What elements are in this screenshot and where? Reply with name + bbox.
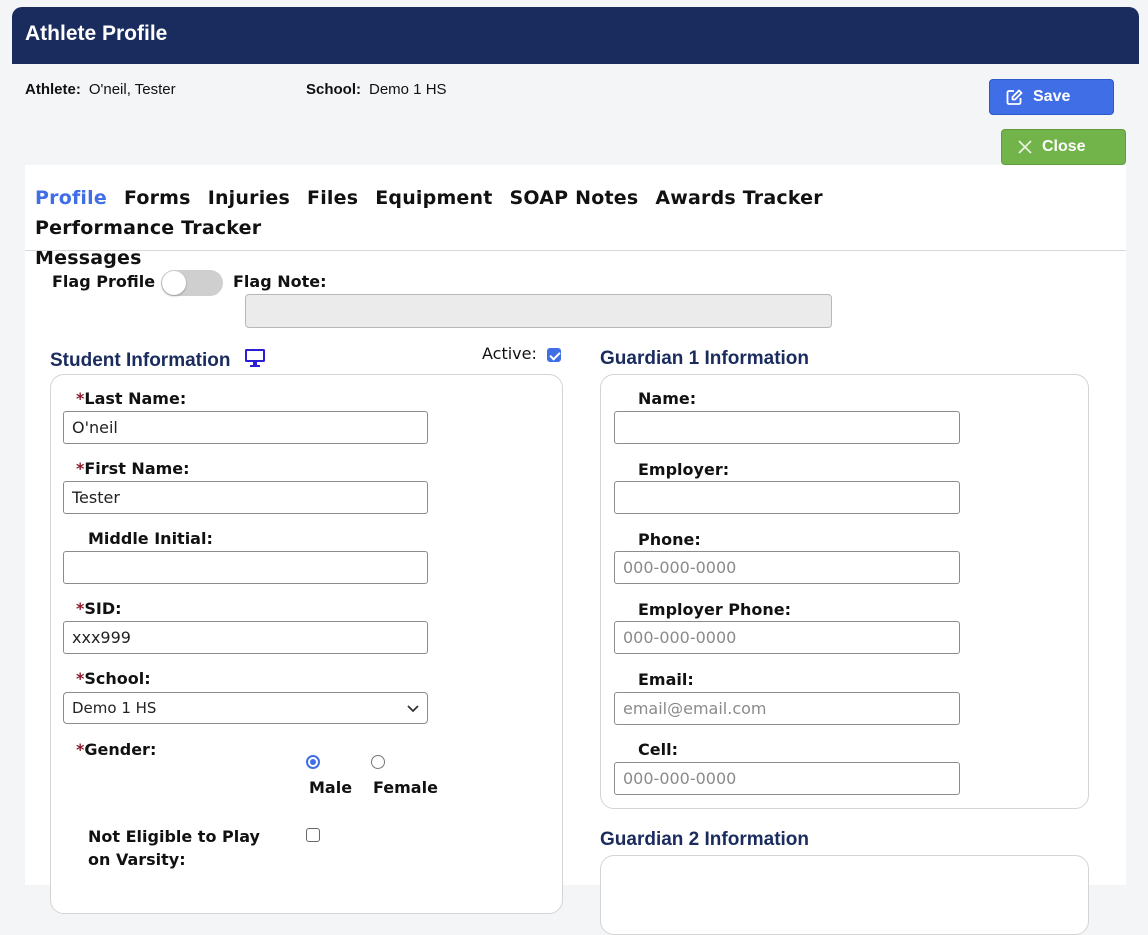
guardian1-name-label: Name:: [638, 389, 697, 408]
tab-awards-tracker[interactable]: Awards Tracker: [655, 183, 822, 213]
guardian1-email-label: Email:: [638, 670, 694, 689]
varsity-label-line1: Not Eligible to Play: [88, 827, 260, 846]
active-checkbox[interactable]: [547, 348, 561, 362]
guardian2-title: Guardian 2 Information: [600, 829, 810, 850]
sid-label: *SID:: [76, 599, 122, 618]
athlete-value: O'neil, Tester: [88, 81, 176, 98]
close-label: Close: [1042, 138, 1086, 155]
athlete-meta: Athlete: O'neil, Tester: [25, 81, 176, 98]
last-name-label-text: Last Name:: [84, 389, 187, 408]
toggle-knob: [162, 271, 186, 295]
tab-messages[interactable]: Messages: [35, 243, 142, 273]
profile-panel: Profile Forms Injuries Files Equipment SOAP N…: [25, 165, 1126, 935]
monitor-icon[interactable]: [244, 348, 266, 374]
gender-female-label: Female: [373, 778, 438, 797]
first-name-input[interactable]: Tester: [63, 481, 428, 514]
last-name-label: *Last Name:: [76, 389, 186, 408]
chevron-down-icon: [407, 693, 419, 724]
page-header: Athlete Profile: [12, 7, 1139, 64]
tab-soap-notes[interactable]: SOAP Notes: [510, 183, 639, 213]
guardian1-employer-phone-input[interactable]: 000-000-0000: [614, 621, 960, 654]
guardian1-employer-label: Employer:: [638, 460, 730, 479]
flag-note-label: Flag Note:: [233, 272, 327, 291]
active-label: Active:: [482, 344, 537, 363]
gender-label-text: Gender:: [84, 740, 157, 759]
tab-performance-tracker[interactable]: Performance Tracker: [35, 213, 261, 243]
guardian1-phone-input[interactable]: 000-000-0000: [614, 551, 960, 584]
athlete-label: Athlete:: [25, 81, 81, 98]
guardian2-card: [600, 855, 1089, 935]
school-label-text: School:: [84, 669, 151, 688]
gender-label: *Gender:: [76, 740, 156, 759]
tab-files[interactable]: Files: [307, 183, 358, 213]
middle-initial-input[interactable]: [63, 551, 428, 584]
school-select[interactable]: Demo 1 HS: [63, 692, 428, 724]
x-icon: [1018, 140, 1032, 154]
tab-profile[interactable]: Profile: [35, 183, 107, 213]
varsity-label: Not Eligible to Play on Varsity:: [88, 825, 260, 871]
save-label: Save: [1033, 88, 1071, 105]
school-value: Demo 1 HS: [369, 81, 447, 98]
tab-injuries[interactable]: Injuries: [208, 183, 290, 213]
middle-initial-label: Middle Initial:: [88, 529, 213, 548]
save-button[interactable]: Save: [989, 79, 1114, 115]
tab-equipment[interactable]: Equipment: [375, 183, 492, 213]
sid-label-text: SID:: [84, 599, 122, 618]
guardian1-employer-phone-label: Employer Phone:: [638, 600, 792, 619]
first-name-label-text: First Name:: [84, 459, 190, 478]
school-label: *School:: [76, 669, 151, 688]
gender-female-radio[interactable]: [371, 755, 385, 769]
page-title: Athlete Profile: [25, 22, 168, 45]
gender-male-radio[interactable]: [306, 755, 320, 769]
school-select-value: Demo 1 HS: [72, 698, 157, 717]
first-name-label: *First Name:: [76, 459, 190, 478]
student-info-title: Student Information: [50, 348, 266, 374]
school-meta: School: Demo 1 HS: [306, 81, 447, 98]
guardian1-cell-label: Cell:: [638, 740, 678, 759]
varsity-checkbox[interactable]: [306, 828, 320, 842]
close-button[interactable]: Close: [1001, 129, 1126, 165]
guardian1-title: Guardian 1 Information: [600, 348, 810, 369]
flag-profile-label: Flag Profile: [52, 272, 156, 291]
student-info-title-text: Student Information: [50, 350, 231, 371]
sid-input[interactable]: xxx999: [63, 621, 428, 654]
guardian1-phone-label: Phone:: [638, 530, 701, 549]
guardian1-employer-input[interactable]: [614, 481, 960, 514]
tab-bar: Profile Forms Injuries Files Equipment SOAP N…: [35, 183, 1075, 273]
tab-divider: [25, 250, 1126, 251]
school-label: School:: [306, 81, 361, 98]
guardian1-email-input[interactable]: email@email.com: [614, 692, 960, 725]
guardian1-cell-input[interactable]: 000-000-0000: [614, 762, 960, 795]
last-name-input[interactable]: O'neil: [63, 411, 428, 444]
gender-male-label: Male: [309, 778, 353, 797]
flag-profile-toggle[interactable]: [161, 270, 223, 296]
edit-icon: [1006, 89, 1023, 106]
guardian1-name-input[interactable]: [614, 411, 960, 444]
varsity-label-line2: on Varsity:: [88, 850, 186, 869]
flag-note-input[interactable]: [245, 294, 832, 328]
tab-forms[interactable]: Forms: [124, 183, 191, 213]
